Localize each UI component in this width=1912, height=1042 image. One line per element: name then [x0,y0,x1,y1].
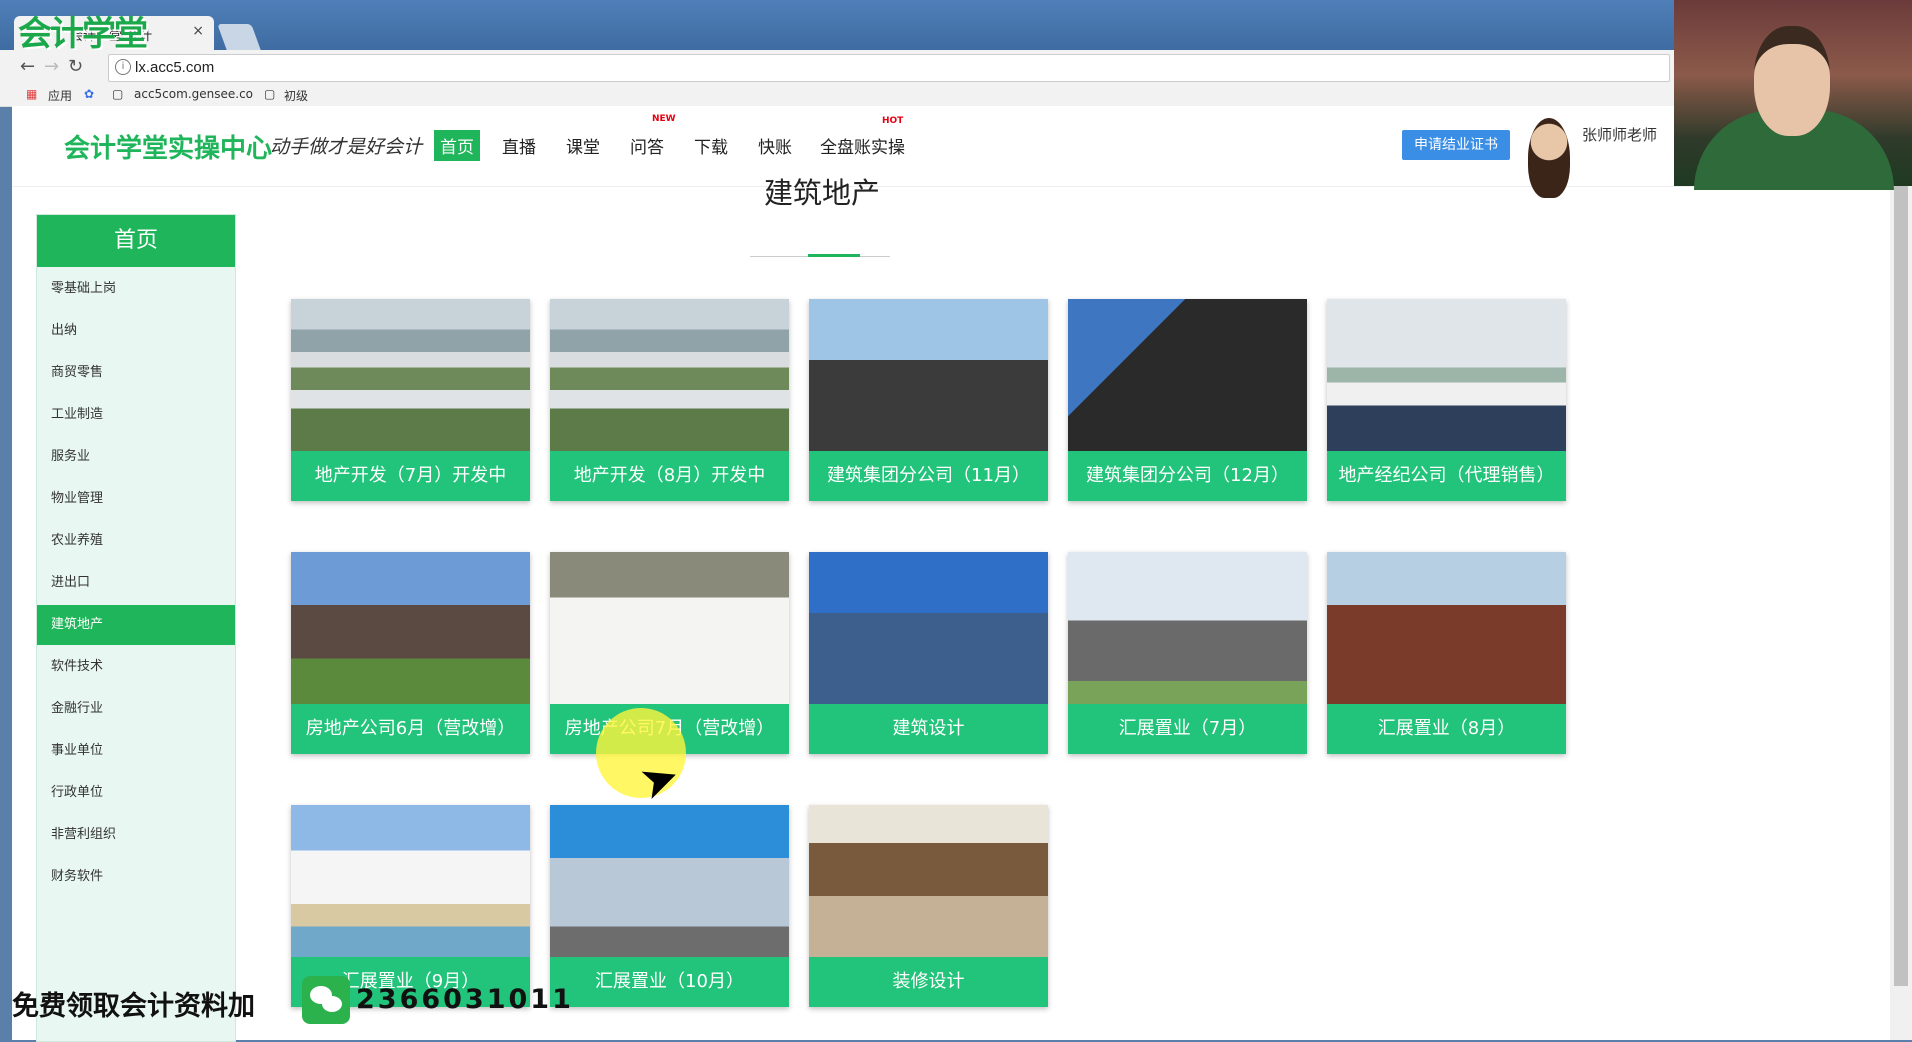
reload-icon[interactable]: ↻ [68,56,83,77]
card-image [1327,552,1566,704]
card-image [809,805,1048,957]
sidebar: 首页 零基础上岗 出纳 商贸零售 工业制造 服务业 物业管理 农业养殖 进出口 … [36,214,236,1042]
site-slogan: 动手做才是好会计 [270,136,423,158]
card-image [809,552,1048,704]
webcam-overlay [1674,0,1912,190]
page-icon: ▢ [112,87,124,101]
course-card[interactable]: 汇展置业（8月） [1327,552,1566,754]
course-card[interactable]: 装修设计 [809,805,1048,1007]
course-card[interactable]: 建筑集团分公司（11月） [809,299,1048,501]
card-image [1068,552,1307,704]
username[interactable]: 张师师老师 [1582,124,1657,145]
browser-tab-bar: 会计学堂 会计 × 会计学堂 [0,0,1912,54]
sidebar-item[interactable]: 财务软件 [37,857,235,897]
card-image [809,299,1048,451]
sidebar-item[interactable]: 非营利组织 [37,815,235,855]
page-scrollbar[interactable] [1890,106,1912,1040]
bookmark-junior[interactable]: 初级 [284,87,308,104]
title-accent-bar [808,254,860,257]
course-card[interactable]: 建筑设计 [809,552,1048,754]
info-icon[interactable]: i [115,59,131,75]
nav-live[interactable]: 直播 [496,130,542,161]
new-badge: NEW [652,114,676,124]
card-image [291,552,530,704]
sidebar-item[interactable]: 事业单位 [37,731,235,771]
web-page: 会计学堂实操中心 动手做才是好会计 首页 直播 课堂 问答 NEW 下载 快账 … [12,106,1890,1042]
card-label: 汇展置业（7月） [1068,704,1307,754]
nav-full-practice[interactable]: 全盘账实操 [814,130,911,161]
bookmarks-bar: ▦ 应用 ✿ ▢ acc5com.gensee.co ▢ 初级 [0,84,1680,107]
card-label: 建筑设计 [809,704,1048,754]
card-label: 建筑集团分公司（11月） [809,451,1048,501]
sidebar-item[interactable]: 工业制造 [37,395,235,435]
card-image [550,805,789,957]
sidebar-item[interactable]: 商贸零售 [37,353,235,393]
hot-badge: HOT [882,116,904,126]
sidebar-item[interactable]: 农业养殖 [37,521,235,561]
watermark-logo: 会计学堂 [18,14,148,54]
card-image [550,552,789,704]
promo-number: 2366031011 [356,984,574,1015]
sidebar-item[interactable]: 零基础上岗 [37,269,235,309]
nav-qa[interactable]: 问答 [624,130,670,161]
back-arrow-icon[interactable]: ← [20,56,35,77]
card-label: 房地产公司6月（营改增） [291,704,530,754]
site-header: 会计学堂实操中心 动手做才是好会计 首页 直播 课堂 问答 NEW 下载 快账 … [12,106,1890,198]
site-brand[interactable]: 会计学堂实操中心 [64,128,272,165]
card-image [1327,299,1566,451]
card-label: 地产开发（7月）开发中 [291,451,530,501]
sidebar-item[interactable]: 进出口 [37,563,235,603]
wechat-icon [302,976,350,1024]
course-card[interactable]: 建筑集团分公司（12月） [1068,299,1307,501]
new-tab-button[interactable] [217,24,261,50]
address-bar[interactable]: i lx.acc5.com [108,54,1670,82]
card-image [291,805,530,957]
sidebar-item[interactable]: 行政单位 [37,773,235,813]
sidebar-item[interactable]: 服务业 [37,437,235,477]
card-label: 装修设计 [809,957,1048,1007]
nav-home[interactable]: 首页 [434,130,480,161]
promo-text: 免费领取会计资料加 [12,991,255,1022]
sidebar-item[interactable]: 金融行业 [37,689,235,729]
section-title: 建筑地产 [763,176,880,210]
course-card[interactable]: 房地产公司6月（营改增） [291,552,530,754]
card-label: 汇展置业（8月） [1327,704,1566,754]
sidebar-item[interactable]: 出纳 [37,311,235,351]
paw-icon: ✿ [84,87,95,101]
nav-download[interactable]: 下载 [688,130,734,161]
course-card[interactable]: 地产开发（7月）开发中 [291,299,530,501]
card-image [291,299,530,451]
course-card[interactable]: 汇展置业（7月） [1068,552,1307,754]
course-card[interactable]: 地产开发（8月）开发中 [550,299,789,501]
card-image [550,299,789,451]
sidebar-item[interactable]: 物业管理 [37,479,235,519]
nav-classroom[interactable]: 课堂 [560,130,606,161]
course-card[interactable]: 汇展置业（10月） [550,805,789,1007]
sidebar-item[interactable]: 软件技术 [37,647,235,687]
card-label: 地产开发（8月）开发中 [550,451,789,501]
bookmark-apps[interactable]: 应用 [48,87,72,104]
tab-close-icon[interactable]: × [192,23,204,39]
card-image [1068,299,1307,451]
nav-quick-books[interactable]: 快账 [752,130,798,161]
card-label: 汇展置业（10月） [550,957,789,1007]
card-label: 地产经纪公司（代理销售） [1327,451,1566,501]
page-icon: ▢ [264,87,276,101]
forward-arrow-icon[interactable]: → [44,56,59,77]
avatar[interactable] [1528,118,1570,198]
browser-toolbar: ← → ↻ i lx.acc5.com [0,50,1680,84]
scrollbar-thumb[interactable] [1894,106,1908,986]
sidebar-item-active[interactable]: 建筑地产 [37,605,235,645]
url-text: lx.acc5.com [135,59,215,76]
course-card[interactable]: 地产经纪公司（代理销售） [1327,299,1566,501]
sidebar-title[interactable]: 首页 [37,215,235,267]
presenter-face [1754,26,1830,136]
bookmark-gensee[interactable]: acc5com.gensee.co [134,87,253,101]
apps-grid-icon[interactable]: ▦ [26,87,37,101]
apply-certificate-button[interactable]: 申请结业证书 [1402,130,1510,160]
card-label: 建筑集团分公司（12月） [1068,451,1307,501]
